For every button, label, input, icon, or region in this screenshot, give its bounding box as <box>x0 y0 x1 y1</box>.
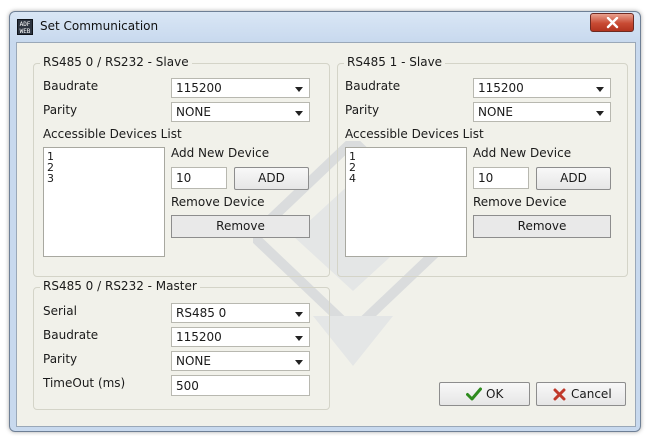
slave1-group-title: RS485 1 - Slave <box>344 55 446 69</box>
master-parity-select[interactable]: NONE <box>171 351 310 371</box>
slave1-parity-select[interactable]: NONE <box>473 102 611 122</box>
slave0-baudrate-label: Baudrate <box>43 79 99 93</box>
app-icon: ADF WEB <box>17 19 33 35</box>
master-serial-select[interactable]: RS485 0 <box>171 303 310 323</box>
checkmark-icon <box>466 387 482 401</box>
slave0-group-title: RS485 0 / RS232 - Slave <box>40 55 192 69</box>
list-item[interactable]: 2 <box>349 162 463 173</box>
master-timeout-label: TimeOut (ms) <box>43 376 126 390</box>
list-item[interactable]: 1 <box>47 151 161 162</box>
list-item[interactable]: 2 <box>47 162 161 173</box>
master-baudrate-value: 115200 <box>176 330 222 344</box>
slave1-devices-list[interactable]: 1 2 4 <box>345 147 467 257</box>
chevron-down-icon <box>295 336 303 341</box>
ok-button[interactable]: OK <box>439 382 530 406</box>
master-group: RS485 0 / RS232 - Master Serial RS485 0 … <box>33 279 330 410</box>
master-serial-value: RS485 0 <box>176 306 227 320</box>
slave1-parity-value: NONE <box>478 105 513 119</box>
slave1-add-button[interactable]: ADD <box>536 167 611 190</box>
slave1-remove-button[interactable]: Remove <box>473 215 611 238</box>
slave0-remove-button[interactable]: Remove <box>171 215 310 238</box>
ok-button-label: OK <box>486 387 504 401</box>
slave1-add-label: Add New Device <box>473 146 572 160</box>
list-item[interactable]: 1 <box>349 151 463 162</box>
list-item[interactable]: 4 <box>349 173 463 184</box>
close-icon <box>606 17 619 29</box>
window-title: Set Communication <box>40 19 159 33</box>
chevron-down-icon <box>295 312 303 317</box>
cancel-button-label: Cancel <box>571 387 612 401</box>
slave0-add-value: 10 <box>176 171 192 185</box>
chevron-down-icon <box>596 111 604 116</box>
slave0-devices-list[interactable]: 1 2 3 <box>43 147 165 257</box>
cancel-button[interactable]: Cancel <box>536 382 626 406</box>
slave0-add-label: Add New Device <box>171 146 270 160</box>
master-group-title: RS485 0 / RS232 - Master <box>40 279 200 293</box>
slave0-baudrate-value: 115200 <box>176 81 222 95</box>
slave1-baudrate-value: 115200 <box>478 81 524 95</box>
slave0-remove-label: Remove Device <box>171 195 265 209</box>
slave0-add-input[interactable]: 10 <box>171 167 227 189</box>
close-button[interactable] <box>590 13 634 32</box>
chevron-down-icon <box>295 87 303 92</box>
slave1-remove-label: Remove Device <box>473 195 567 209</box>
master-serial-label: Serial <box>43 304 77 318</box>
master-baudrate-label: Baudrate <box>43 328 99 342</box>
list-item[interactable]: 3 <box>47 173 161 184</box>
slave1-baudrate-select[interactable]: 115200 <box>473 78 611 98</box>
master-timeout-value: 500 <box>176 379 199 393</box>
dialog-window: ADF WEB Set Communication RS485 0 / RS23… <box>9 11 641 432</box>
title-bar[interactable]: ADF WEB Set Communication <box>10 12 640 40</box>
slave0-parity-value: NONE <box>176 105 211 119</box>
master-parity-label: Parity <box>43 352 78 366</box>
master-timeout-input[interactable]: 500 <box>171 375 310 396</box>
chevron-down-icon <box>295 111 303 116</box>
slave1-group: RS485 1 - Slave Baudrate 115200 Parity N… <box>337 55 628 277</box>
slave1-add-value: 10 <box>478 171 494 185</box>
master-parity-value: NONE <box>176 354 211 368</box>
slave0-group: RS485 0 / RS232 - Slave Baudrate 115200 … <box>33 55 330 277</box>
slave1-add-input[interactable]: 10 <box>473 167 529 189</box>
chevron-down-icon <box>596 87 604 92</box>
slave1-parity-label: Parity <box>345 103 380 117</box>
slave0-devices-label: Accessible Devices List <box>43 127 182 141</box>
master-baudrate-select[interactable]: 115200 <box>171 327 310 347</box>
x-icon <box>553 388 566 401</box>
dialog-client-area: RS485 0 / RS232 - Slave Baudrate 115200 … <box>16 42 636 427</box>
slave0-parity-label: Parity <box>43 103 78 117</box>
slave0-parity-select[interactable]: NONE <box>171 102 310 122</box>
slave0-baudrate-select[interactable]: 115200 <box>171 78 310 98</box>
chevron-down-icon <box>295 360 303 365</box>
slave1-baudrate-label: Baudrate <box>345 79 401 93</box>
slave1-devices-label: Accessible Devices List <box>345 127 484 141</box>
slave0-add-button[interactable]: ADD <box>234 167 309 190</box>
